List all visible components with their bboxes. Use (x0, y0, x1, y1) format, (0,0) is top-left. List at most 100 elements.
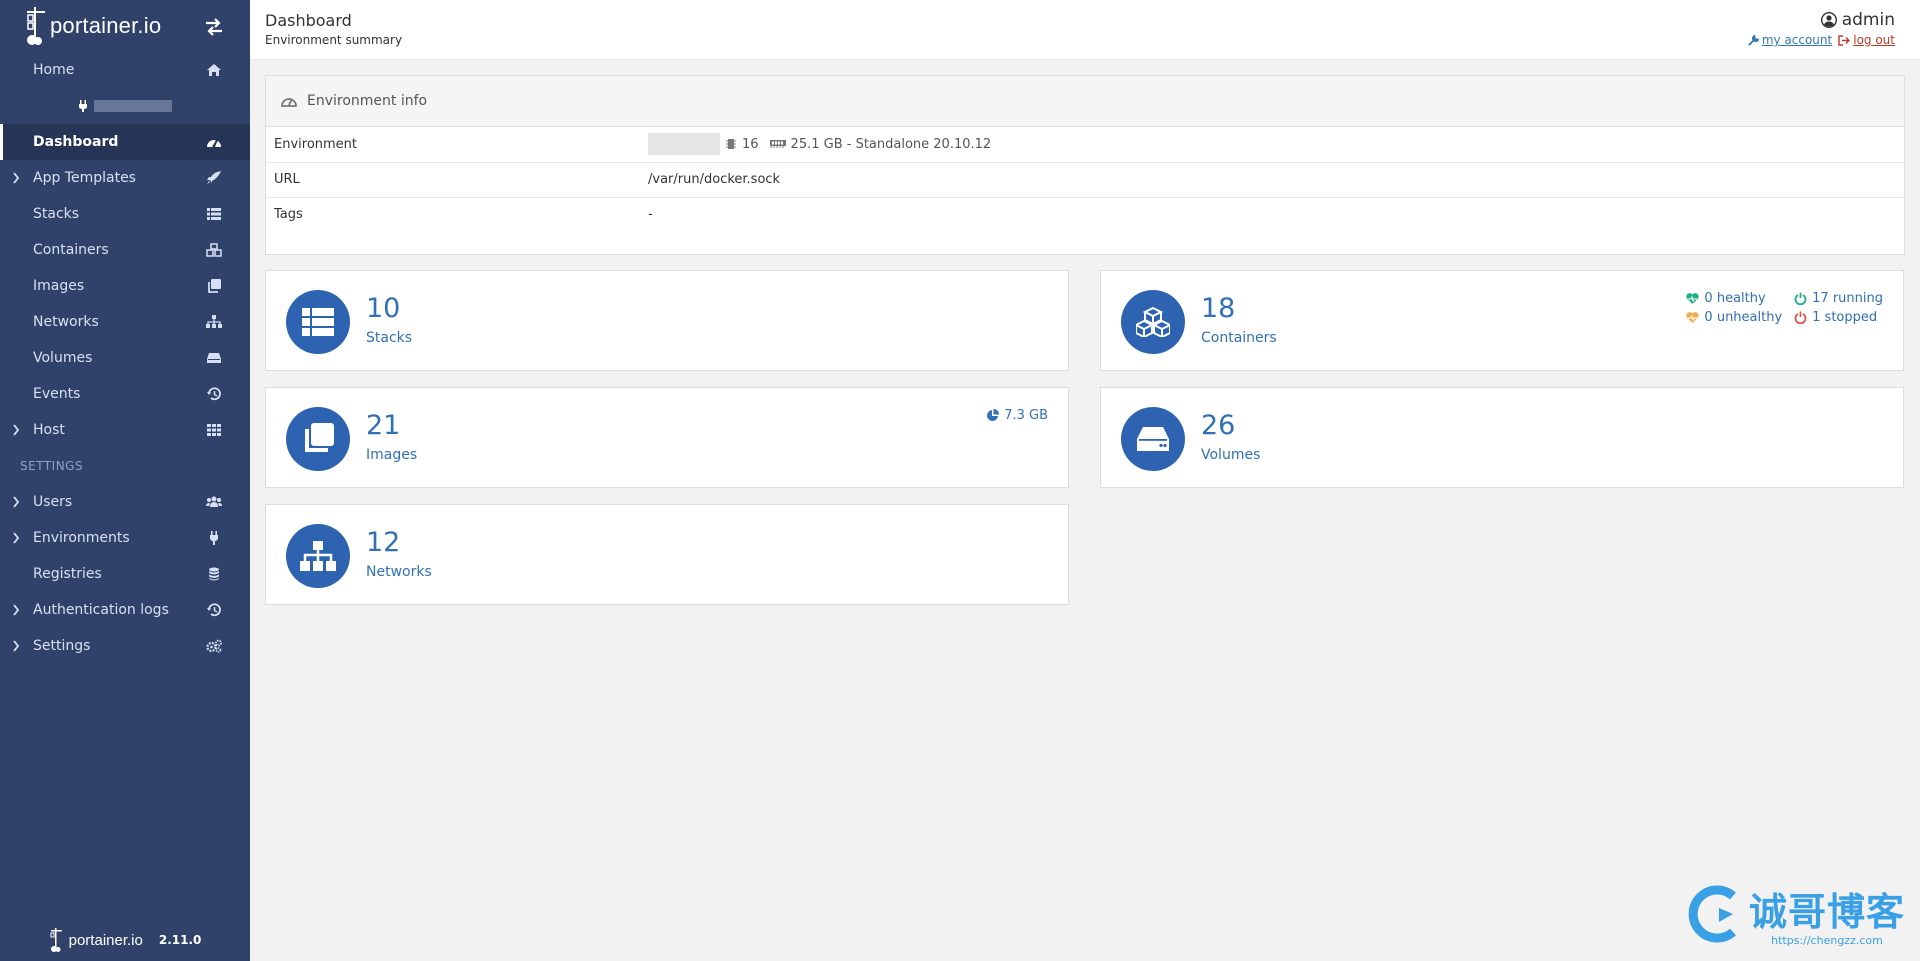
memory-icon (769, 140, 786, 149)
tags-value: - (648, 207, 653, 223)
plug-icon (79, 100, 87, 112)
portainer-logo[interactable]: portainer.io (24, 5, 161, 47)
rocket-icon (207, 171, 221, 184)
chevron-right-icon (13, 424, 20, 436)
running-count: 17 running (1812, 291, 1883, 306)
page-header: Dashboard Environment summary admin my a… (250, 0, 1920, 60)
containers-icon-circle (1121, 290, 1185, 354)
environment-name-redacted (648, 133, 720, 156)
sidebar-item-networks[interactable]: Networks (0, 304, 250, 340)
environment-selector[interactable] (0, 88, 250, 124)
table-row: URL /var/run/docker.sock (266, 162, 1904, 198)
stacks-count: 10 (366, 293, 401, 324)
grid-icon (207, 424, 221, 436)
images-size: 7.3 GB (986, 408, 1048, 423)
networks-icon-circle (286, 524, 350, 588)
sidebar-item-environments[interactable]: Environments (0, 520, 250, 556)
cubes-icon (1136, 307, 1170, 337)
chevron-right-icon (13, 532, 20, 544)
images-size-value: 7.3 GB (1004, 408, 1048, 423)
tags-label: Tags (274, 207, 303, 223)
url-value: /var/run/docker.sock (640, 162, 1904, 198)
sidebar-item-settings[interactable]: Settings (0, 628, 250, 664)
stopped-count: 1 stopped (1812, 310, 1878, 325)
user-display: admin (1820, 10, 1895, 30)
sidebar-toggle-icon[interactable] (204, 18, 224, 36)
sidebar-item-volumes[interactable]: Volumes (0, 340, 250, 376)
chevron-right-icon (13, 496, 20, 508)
volumes-icon-circle (1121, 407, 1185, 471)
sidebar-item-images[interactable]: Images (0, 268, 250, 304)
plug-icon (210, 531, 218, 545)
images-label: Images (366, 447, 418, 463)
healthy-status: 0 healthy (1686, 291, 1782, 306)
page-subtitle: Environment summary (265, 33, 403, 47)
chevron-right-icon (13, 640, 20, 652)
heartbeat-icon (1686, 311, 1700, 323)
portainer-crane-icon (27, 7, 45, 45)
stacks-card[interactable]: 10 Stacks (265, 270, 1069, 371)
power-icon (1794, 311, 1807, 324)
running-status: 17 running (1794, 291, 1883, 306)
images-card[interactable]: 21 Images 7.3 GB (265, 387, 1069, 488)
stopped-status: 1 stopped (1794, 310, 1883, 325)
unhealthy-status: 0 unhealthy (1686, 310, 1782, 325)
brand-header: portainer.io (0, 0, 250, 52)
watermark-url: https://chengzz.com (1771, 934, 1883, 947)
environment-name-redacted (94, 100, 172, 112)
volumes-card[interactable]: 26 Volumes (1100, 387, 1904, 488)
wrench-icon (1748, 34, 1759, 46)
networks-count: 12 (366, 527, 401, 558)
sidebar-item-stacks[interactable]: Stacks (0, 196, 250, 232)
sign-out-icon (1838, 34, 1851, 46)
url-label: URL (266, 162, 640, 198)
log-out-label: log out (1853, 33, 1895, 47)
images-count: 21 (366, 410, 401, 441)
cubes-icon (206, 243, 222, 257)
users-icon (206, 496, 222, 507)
user-circle-icon (1820, 12, 1837, 28)
containers-card[interactable]: 18 Containers 0 healthy 17 running 0 unh… (1100, 270, 1904, 371)
sitemap-icon (300, 541, 336, 571)
brand-name: portainer.io (50, 13, 162, 38)
table-row: Environment 16 25.1 GB - Standalone 20.1… (266, 127, 1904, 163)
power-icon (1794, 292, 1807, 305)
home-icon (207, 64, 221, 76)
networks-card[interactable]: 12 Networks (265, 504, 1069, 605)
sidebar-item-registries[interactable]: Registries (0, 556, 250, 592)
container-health-summary: 0 healthy 17 running 0 unhealthy 1 stopp… (1686, 291, 1883, 325)
watermark-title: 诚哥博客 (1748, 890, 1905, 934)
sidebar-item-home[interactable]: Home (0, 52, 250, 88)
environment-label: Environment (266, 127, 640, 163)
pie-chart-icon (987, 409, 1000, 421)
sidebar-item-users[interactable]: Users (0, 484, 250, 520)
clone-icon (208, 279, 221, 293)
unhealthy-count: 0 unhealthy (1704, 310, 1783, 325)
sidebar-item-app-templates[interactable]: App Templates (0, 160, 250, 196)
username: admin (1841, 10, 1895, 30)
sidebar-item-containers[interactable]: Containers (0, 232, 250, 268)
hdd-icon (1137, 427, 1169, 451)
dashboard-gauge-icon (207, 139, 221, 148)
cogs-icon (206, 639, 222, 653)
volumes-label: Volumes (1201, 447, 1261, 463)
containers-label: Containers (1201, 330, 1277, 346)
clone-icon (305, 423, 334, 452)
watermark: 诚哥博客 https://chengzz.com (1683, 881, 1905, 947)
database-icon (209, 567, 219, 581)
log-out-link[interactable]: log out (1838, 33, 1895, 47)
sidebar-item-authentication-logs[interactable]: Authentication logs (0, 592, 250, 628)
my-account-link[interactable]: my account (1748, 33, 1832, 47)
environment-info-widget: Environment info Environment 16 25.1 GB … (265, 75, 1905, 255)
sidebar-item-events[interactable]: Events (0, 376, 250, 412)
sitemap-icon (206, 315, 222, 328)
dashboard-gauge-icon (281, 98, 297, 107)
hdd-icon (207, 353, 221, 363)
cpu-count: 16 (742, 136, 759, 152)
stacks-icon-circle (286, 290, 350, 354)
chevron-right-icon (13, 604, 20, 616)
version-label: 2.11.0 (158, 933, 202, 947)
sidebar-item-dashboard[interactable]: Dashboard (0, 124, 250, 160)
sidebar-item-host[interactable]: Host (0, 412, 250, 448)
sidebar-footer: portainer.io 2.11.0 (0, 925, 250, 955)
